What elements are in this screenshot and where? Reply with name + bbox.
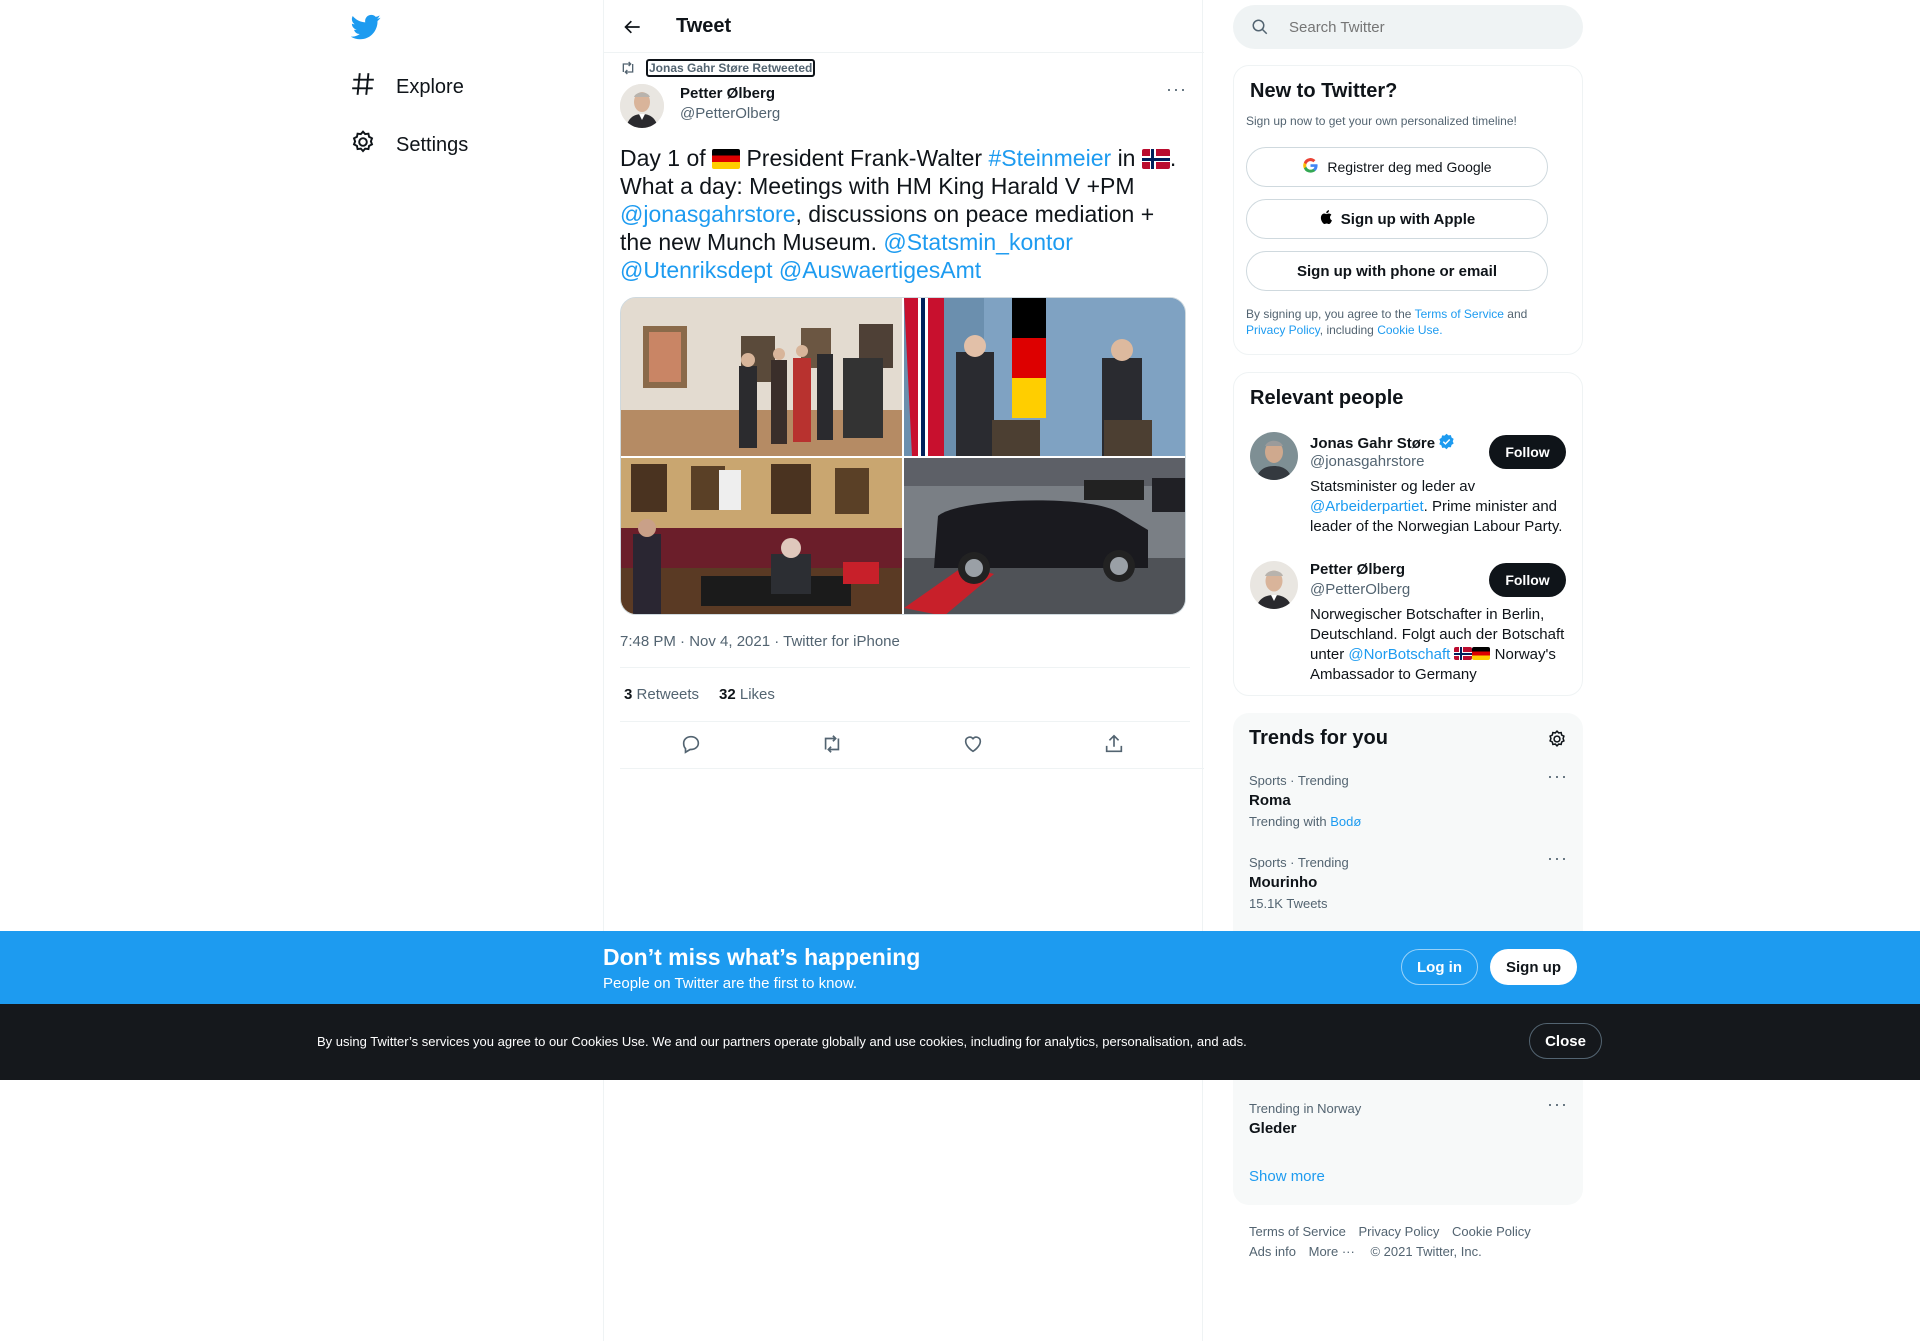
apple-icon bbox=[1319, 209, 1335, 229]
follow-button[interactable]: Follow bbox=[1489, 563, 1566, 597]
google-signup-button[interactable]: Registrer deg med Google bbox=[1246, 147, 1548, 187]
main-column: Tweet Jonas Gahr Støre Retweeted Petter … bbox=[603, 0, 1204, 1341]
person-name-link[interactable]: Petter Ølberg bbox=[1310, 561, 1405, 578]
footer-link[interactable]: Ads info bbox=[1249, 1244, 1296, 1259]
retweet-icon[interactable] bbox=[821, 733, 845, 757]
trend-item[interactable]: Trending in Norway Gleder bbox=[1249, 1101, 1567, 1137]
sidebar: New to Twitter? Sign up now to get your … bbox=[1233, 0, 1583, 1341]
footer-link[interactable]: More ··· bbox=[1309, 1244, 1355, 1259]
verified-badge-icon bbox=[1438, 433, 1455, 454]
retweets-stat[interactable]: 3 Retweets bbox=[624, 686, 699, 703]
phone-email-signup-button[interactable]: Sign up with phone or email bbox=[1246, 251, 1548, 291]
google-icon bbox=[1302, 157, 1319, 177]
avatar[interactable] bbox=[620, 84, 664, 128]
divider bbox=[620, 768, 1204, 769]
gear-icon bbox=[350, 129, 396, 161]
nav-explore-label: Explore bbox=[396, 75, 464, 98]
nav-settings-label: Settings bbox=[396, 133, 469, 156]
gear-icon[interactable] bbox=[1547, 729, 1567, 749]
person-handle[interactable]: @jonasgahrstore bbox=[1310, 453, 1424, 470]
tweet-photo[interactable] bbox=[621, 458, 902, 614]
mention-link[interactable]: @Utenriksdept bbox=[620, 257, 772, 283]
norwegian-flag-icon bbox=[1141, 149, 1170, 169]
footer-link[interactable]: Cookie Policy bbox=[1452, 1224, 1531, 1239]
mention-link[interactable]: @AuswaertigesAmt bbox=[779, 257, 981, 283]
card-title: Relevant people bbox=[1250, 387, 1404, 409]
person-bio: Norwegischer Botschafter in Berlin, Deut… bbox=[1310, 606, 1565, 683]
author-name[interactable]: Petter Ølberg bbox=[680, 85, 775, 102]
person-handle[interactable]: @PetterOlberg bbox=[1310, 581, 1410, 598]
footer-link[interactable]: Privacy Policy bbox=[1358, 1224, 1439, 1239]
twitter-bird-icon[interactable] bbox=[350, 12, 381, 42]
trend-item[interactable]: Sports · Trending Roma Trending with Bod… bbox=[1249, 773, 1567, 829]
norwegian-flag-icon bbox=[1454, 647, 1473, 660]
person-name-link[interactable]: Jonas Gahr Støre bbox=[1310, 433, 1455, 454]
banner-title: Don’t miss what’s happening bbox=[603, 944, 921, 970]
hashtag-link[interactable]: #Steinmeier bbox=[988, 145, 1111, 171]
banner-subtitle: People on Twitter are the first to know. bbox=[603, 975, 858, 992]
card-subtitle: Sign up now to get your own personalized… bbox=[1246, 114, 1517, 128]
likes-stat[interactable]: 32 Likes bbox=[719, 686, 775, 703]
login-button[interactable]: Log in bbox=[1401, 949, 1478, 985]
divider bbox=[620, 721, 1190, 722]
german-flag-icon bbox=[1472, 647, 1491, 660]
cookie-banner: By using Twitter’s services you agree to… bbox=[0, 1004, 1920, 1080]
apple-signup-button[interactable]: Sign up with Apple bbox=[1246, 199, 1548, 239]
retweet-icon bbox=[620, 60, 638, 76]
relevant-people-card: Relevant people Jonas Gahr Støre @jonasg… bbox=[1233, 372, 1583, 696]
search-input[interactable] bbox=[1289, 17, 1569, 37]
cookie-text: By using Twitter’s services you agree to… bbox=[317, 1034, 1247, 1049]
tweet-photo[interactable] bbox=[904, 458, 1185, 614]
tweet-photo[interactable] bbox=[621, 298, 902, 456]
left-navigation: Explore Settings bbox=[340, 0, 604, 1341]
more-options-icon[interactable]: ··· bbox=[1547, 1095, 1567, 1119]
signup-banner: Don’t miss what’s happening People on Tw… bbox=[0, 931, 1920, 1004]
mention-link[interactable]: @Statsmin_kontor bbox=[883, 229, 1073, 255]
tweet-text: Day 1 of President Frank-Walter #Steinme… bbox=[620, 145, 1177, 283]
signup-button[interactable]: Sign up bbox=[1490, 949, 1577, 985]
german-flag-icon bbox=[712, 149, 741, 169]
bio-mention-link[interactable]: @NorBotschaft bbox=[1348, 646, 1450, 663]
cookie-use-link[interactable]: Cookie Use. bbox=[1377, 323, 1442, 337]
new-to-twitter-card: New to Twitter? Sign up now to get your … bbox=[1233, 65, 1583, 355]
page-title: Tweet bbox=[676, 15, 732, 37]
more-options-icon[interactable]: ··· bbox=[1547, 767, 1567, 791]
copyright: © 2021 Twitter, Inc. bbox=[1370, 1244, 1482, 1259]
close-button[interactable]: Close bbox=[1529, 1023, 1602, 1059]
privacy-link[interactable]: Privacy Policy bbox=[1246, 323, 1320, 337]
tweet-media-grid bbox=[620, 297, 1186, 615]
share-icon[interactable] bbox=[1103, 733, 1127, 757]
mention-link[interactable]: @jonasgahrstore bbox=[620, 201, 796, 227]
reply-icon[interactable] bbox=[680, 733, 704, 757]
back-arrow-icon[interactable] bbox=[618, 12, 648, 42]
follow-button[interactable]: Follow bbox=[1489, 435, 1566, 469]
divider bbox=[620, 667, 1190, 668]
tweet-timestamp[interactable]: 7:48 PM · Nov 4, 2021 · Twitter for iPho… bbox=[620, 633, 900, 650]
search-icon bbox=[1251, 18, 1269, 41]
nav-explore[interactable]: Explore bbox=[350, 61, 464, 113]
retweeted-by-link[interactable]: Jonas Gahr Støre Retweeted bbox=[646, 59, 816, 77]
more-options-icon[interactable]: ··· bbox=[1547, 849, 1567, 873]
show-more-link[interactable]: Show more bbox=[1249, 1168, 1325, 1185]
sidebar-footer: Terms of Service Privacy Policy Cookie P… bbox=[1249, 1222, 1579, 1262]
search-bar[interactable] bbox=[1233, 5, 1583, 49]
card-title: New to Twitter? bbox=[1250, 80, 1398, 102]
card-title: Trends for you bbox=[1249, 727, 1388, 749]
signup-legal-text: By signing up, you agree to the Terms of… bbox=[1246, 307, 1528, 337]
nav-settings[interactable]: Settings bbox=[350, 119, 468, 171]
more-options-icon[interactable]: ··· bbox=[1166, 80, 1186, 104]
like-heart-icon[interactable] bbox=[962, 733, 986, 757]
person-bio: Statsminister og leder av @Arbeiderpartie… bbox=[1310, 478, 1563, 535]
bio-mention-link[interactable]: @Arbeiderpartiet bbox=[1310, 498, 1424, 515]
footer-link[interactable]: Terms of Service bbox=[1249, 1224, 1346, 1239]
terms-link[interactable]: Terms of Service bbox=[1415, 307, 1504, 321]
trend-item[interactable]: Sports · Trending Mourinho 15.1K Tweets bbox=[1249, 855, 1567, 911]
author-handle[interactable]: @PetterOlberg bbox=[680, 105, 780, 122]
hashtag-icon bbox=[350, 71, 396, 103]
avatar[interactable] bbox=[1250, 432, 1298, 480]
trend-related-link[interactable]: Bodø bbox=[1330, 814, 1361, 829]
avatar[interactable] bbox=[1250, 561, 1298, 609]
tweet-header: Tweet bbox=[604, 0, 1204, 53]
tweet-photo[interactable] bbox=[904, 298, 1185, 456]
